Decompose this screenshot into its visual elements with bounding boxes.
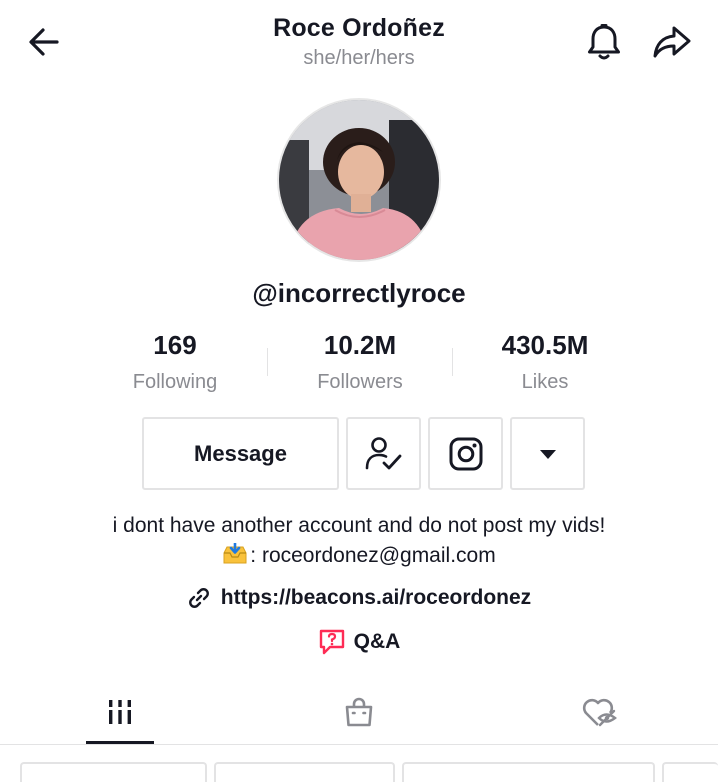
shopping-bag-icon <box>345 697 373 727</box>
stat-value: 169 <box>153 330 197 360</box>
qa-label: Q&A <box>353 630 401 653</box>
stat-value: 10.2M <box>323 330 397 360</box>
bell-icon <box>588 24 620 60</box>
stat-label: Likes <box>521 371 569 393</box>
avatar-image <box>279 100 439 260</box>
stat-likes[interactable]: 430.5M Likes <box>450 330 640 394</box>
tab-videos[interactable] <box>85 690 155 734</box>
inbox-tray-icon <box>223 543 247 564</box>
qa-button[interactable]: Q&A <box>0 628 718 656</box>
tab-liked[interactable] <box>565 690 635 734</box>
stat-followers[interactable]: 10.2M Followers <box>265 330 455 394</box>
liked-hidden-icon <box>582 698 617 727</box>
instagram-button[interactable] <box>428 417 503 490</box>
user-check-icon <box>365 436 401 469</box>
stat-label: Followers <box>317 371 403 393</box>
profile-link[interactable]: https://beacons.ai/roceordonez <box>0 586 718 610</box>
notification-button[interactable] <box>580 18 628 66</box>
stat-following[interactable]: 169 Following <box>80 330 270 394</box>
stat-label: Following <box>132 371 218 393</box>
video-thumbnail[interactable] <box>214 762 395 782</box>
grid-icon <box>109 700 131 724</box>
username-handle: @incorrectlyroce <box>252 278 466 308</box>
video-thumbnail[interactable] <box>20 762 207 782</box>
bio-email: : roceordonez@gmail.com <box>250 544 496 567</box>
share-icon <box>653 26 691 58</box>
link-icon <box>188 588 209 608</box>
tab-shop[interactable] <box>324 690 394 734</box>
share-button[interactable] <box>648 18 696 66</box>
avatar[interactable] <box>279 100 439 260</box>
instagram-icon <box>449 437 482 470</box>
following-button[interactable] <box>346 417 421 490</box>
bio-email-line: : roceordonez@gmail.com <box>0 543 718 568</box>
question-bubble-icon <box>319 629 344 655</box>
video-thumbnail[interactable] <box>402 762 655 782</box>
video-thumbnail[interactable] <box>662 762 718 782</box>
tab-divider <box>0 744 718 745</box>
message-button[interactable]: Message <box>142 417 339 490</box>
bio-text: i dont have another account and do not p… <box>112 514 606 537</box>
more-options-button[interactable] <box>510 417 585 490</box>
stat-value: 430.5M <box>501 330 589 360</box>
caret-down-icon <box>539 449 556 459</box>
link-url[interactable]: https://beacons.ai/roceordonez <box>221 586 531 610</box>
